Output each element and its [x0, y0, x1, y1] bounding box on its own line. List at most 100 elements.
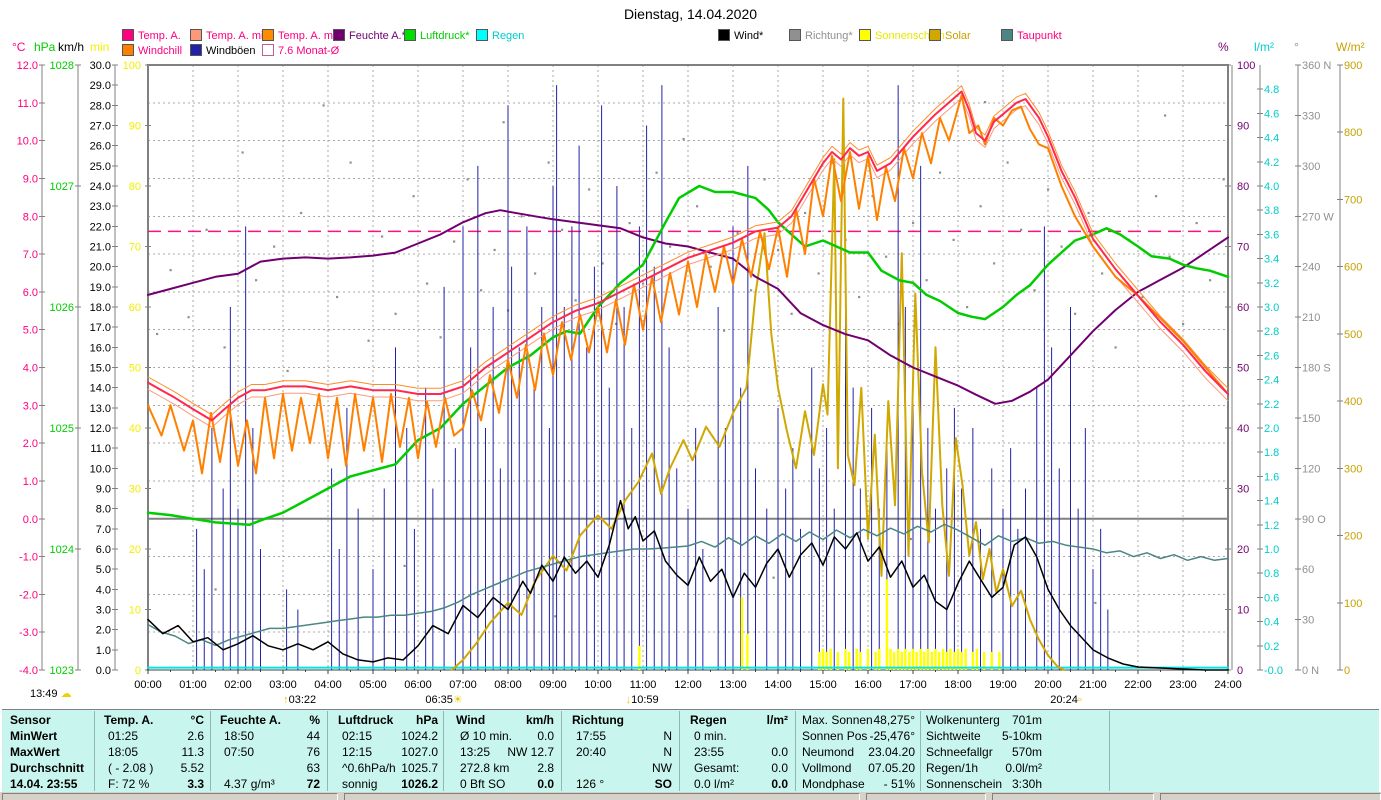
- axis-tick-label: 30: [129, 484, 141, 496]
- axis-tick-label: 240: [1302, 262, 1320, 274]
- axis-tick-label: 21.0: [90, 242, 111, 254]
- x-axis-label: 07:00: [449, 679, 477, 691]
- table-cell: 701m: [1011, 713, 1042, 727]
- axis-tick-label: 1.0: [96, 645, 111, 657]
- axis-tick-label: 30.0: [90, 60, 111, 72]
- axis-tick-label: 90: [129, 121, 141, 133]
- axis-tick-label: -2.0: [19, 589, 38, 601]
- table-cell: 0.0l/m²: [1005, 761, 1042, 775]
- axis-tick-label: 1.2: [1264, 520, 1279, 532]
- x-axis-label: 05:00: [359, 679, 387, 691]
- axis-tick-label: 26.0: [90, 141, 111, 153]
- axis-tick-label: 900: [1344, 60, 1362, 72]
- axis-tick-label: 1.0: [23, 476, 38, 488]
- axis-tick-label: 22.0: [90, 221, 111, 233]
- x-axis-label: 16:00: [854, 679, 882, 691]
- axis-tick-label: 210: [1302, 312, 1320, 324]
- sun-moon-markers: ↑03:22 06:35☀ ↓10:59 20:24▫: [283, 694, 1082, 706]
- x-axis-label: 02:00: [224, 679, 252, 691]
- table-cell: 570m: [1011, 745, 1042, 759]
- moon-transit-time: 13:49: [30, 688, 58, 700]
- x-axis-label: 03:00: [269, 679, 297, 691]
- x-axis-label: 14:00: [764, 679, 792, 691]
- table-cell: N: [663, 729, 672, 743]
- table-divider: [679, 711, 680, 791]
- axis-tick-label: 2.2: [1264, 399, 1279, 411]
- axis-tick-label: 4.4: [1264, 133, 1279, 145]
- astro-time-marker: 06:35☀: [425, 694, 462, 706]
- stats-table: Sensor MinWert MaxWert Durchschnitt 14.04. 2…: [2, 709, 1379, 793]
- axis-tick-label: 0.4: [1264, 617, 1279, 629]
- x-axis-label: 11:00: [630, 679, 657, 691]
- table-cell: km/h: [525, 713, 554, 727]
- table-divider: [920, 711, 921, 791]
- axis-tick-label: 18.0: [90, 302, 111, 314]
- axis-tick-label: 600: [1344, 262, 1362, 274]
- axis-tick-label: 1023: [50, 665, 74, 677]
- axis-tick-label: 100: [1237, 60, 1255, 72]
- axis-tick-label: 60: [1302, 564, 1314, 576]
- axis-tick-label: 4.0: [1264, 181, 1279, 193]
- axis-tick-label: 360 N: [1302, 60, 1331, 72]
- axis-tick-label: 4.0: [23, 363, 38, 375]
- axis-tick-label: 1027: [50, 181, 74, 193]
- axis-tick-label: 300: [1344, 463, 1362, 475]
- x-axis-label: 18:00: [944, 679, 972, 691]
- axis-tick-label: 15.0: [90, 363, 111, 375]
- astro-time-marker: 20:24▫: [1050, 694, 1082, 706]
- statusbar-panel: [344, 793, 860, 800]
- axis-tick-label: 30: [1237, 484, 1249, 496]
- axis-tick-label: 80: [129, 181, 141, 193]
- weather-chart: 12.0 11.0 10.0 9.0 8.0 7.0 6.0 5.0 4.0 3.0 2.0 1.0 0…: [17, 60, 1363, 706]
- table-cell: 0 min.: [694, 729, 727, 743]
- axis-tick-label: 90 O: [1302, 514, 1326, 526]
- axis-tick-label: 0 N: [1302, 665, 1319, 677]
- axis-tick-label: 4.6: [1264, 108, 1279, 120]
- axis-tick-label: 10.0: [90, 463, 111, 475]
- moon-transit-marker: 13:49 ☁: [30, 687, 72, 700]
- table-cell: Sensor: [10, 713, 51, 727]
- axis-tick-label: 50: [129, 363, 141, 375]
- table-divider: [443, 711, 444, 791]
- axis-tick-label: 40: [129, 423, 141, 435]
- x-axis-label: 06:00: [404, 679, 432, 691]
- axis-tick-label: 60: [129, 302, 141, 314]
- sun-outline-icon: ▫: [1078, 694, 1082, 706]
- axis-tick-label: -3.0: [19, 627, 38, 639]
- x-axis-label: 08:00: [494, 679, 522, 691]
- axis-tick-label: 28.0: [90, 100, 111, 112]
- axis-tick-label: 6.0: [96, 544, 111, 556]
- cloud-icon: ☁: [60, 688, 72, 700]
- axis-tick-label: 3.0: [23, 400, 38, 412]
- axis-tick-label: 17.0: [90, 322, 111, 334]
- axis-tick-label: 30: [1302, 615, 1314, 627]
- x-axis-label: 23:00: [1169, 679, 1197, 691]
- x-axis-label: 24:00: [1214, 679, 1242, 691]
- axis-tick-label: 23.0: [90, 201, 111, 213]
- axis-tick-label: 3.0: [96, 605, 111, 617]
- axis-tick-label: 0: [135, 665, 141, 677]
- axis-tick-label: 2.4: [1264, 375, 1279, 387]
- axis-tick-label: 4.0: [96, 584, 111, 596]
- axis-tick-label: 150: [1302, 413, 1320, 425]
- axis-tick-label: 5.0: [23, 325, 38, 337]
- x-axis-label: 01:00: [179, 679, 207, 691]
- axis-tick-label: 12.0: [90, 423, 111, 435]
- axis-tick-label: 500: [1344, 329, 1362, 341]
- astro-time-marker: ↑03:22: [283, 694, 316, 706]
- axis-tick-label: 4.8: [1264, 84, 1279, 96]
- axis-tick-label: 25.0: [90, 161, 111, 173]
- axis-tick-label: 2.6: [1264, 350, 1279, 362]
- x-axis-label: 00:00: [134, 679, 162, 691]
- axis-tick-label: 120: [1302, 463, 1320, 475]
- table-cell: 3:30h: [1011, 777, 1042, 791]
- axis-tick-label: 10.0: [17, 136, 38, 148]
- statusbar-panel: [1160, 793, 1381, 800]
- axis-tick-label: 11.0: [17, 98, 38, 110]
- axis-tick-label: 7.0: [23, 249, 38, 261]
- axis-tick-label: 0: [1344, 665, 1350, 677]
- axis-tick-label: 5.0: [96, 564, 111, 576]
- axis-tick-label: -4.0: [19, 665, 38, 677]
- axis-tick-label: 0.6: [1264, 592, 1279, 604]
- axis-tick-label: 180 S: [1302, 363, 1331, 375]
